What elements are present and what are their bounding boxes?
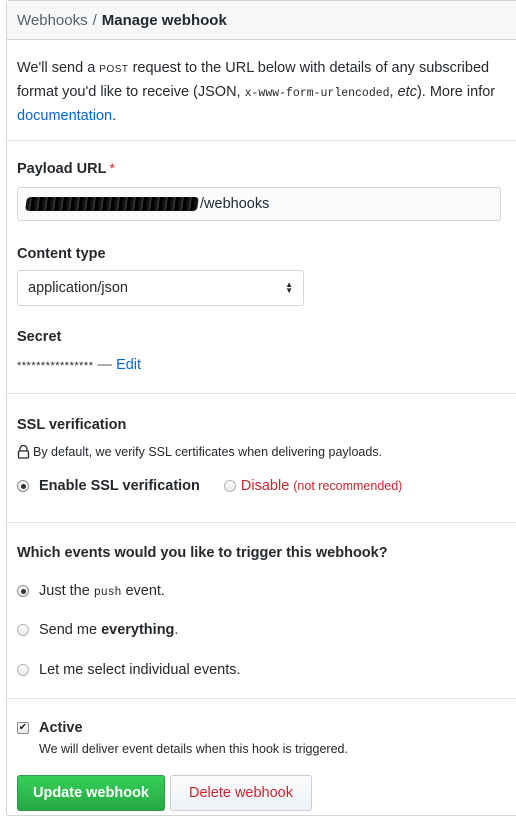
events-section: Which events would you like to trigger t…	[7, 523, 516, 699]
delete-webhook-button[interactable]: Delete webhook	[170, 775, 312, 811]
active-checkbox[interactable]: ✔	[17, 722, 29, 734]
intro-text-part: request to the URL below with details of…	[132, 60, 490, 76]
secret-label: Secret	[17, 329, 62, 345]
lock-icon	[17, 445, 30, 459]
intro-text-part: ). More infor	[416, 84, 496, 100]
events-push-radio[interactable]	[17, 585, 29, 597]
secret-dash: —	[97, 357, 113, 373]
events-question: Which events would you like to trigger t…	[17, 545, 388, 561]
breadcrumb: Webhooks / Manage webhook	[7, 1, 516, 40]
redacted-url-host	[25, 197, 199, 211]
payload-url-label: Payload URL	[17, 161, 107, 177]
ssl-section: SSL verification By default, we verify S…	[7, 394, 516, 523]
ssl-disable-label[interactable]: Disable	[241, 478, 289, 494]
events-push-label[interactable]: Just the push event.	[39, 583, 165, 599]
ssl-enable-radio[interactable]	[17, 480, 29, 492]
events-everything-label[interactable]: Send me everything.	[39, 622, 178, 638]
secret-masked-value: ****************	[17, 360, 94, 372]
intro-text-part: We'll send a	[17, 60, 96, 76]
active-section: ✔ Active We will deliver event details w…	[7, 699, 516, 822]
update-webhook-button[interactable]: Update webhook	[17, 775, 165, 811]
active-label[interactable]: Active	[39, 720, 83, 736]
ssl-disable-note: (not recommended)	[293, 479, 403, 493]
required-mark: *	[109, 160, 115, 176]
select-arrows-icon: ▲ ▼	[285, 280, 293, 295]
events-push-text: Just the	[39, 583, 90, 599]
ssl-disable-radio[interactable]	[223, 480, 236, 492]
content-type-select[interactable]: application/json ▲ ▼	[17, 270, 304, 306]
events-everything-radio[interactable]	[17, 624, 29, 636]
checkmark-icon: ✔	[18, 722, 28, 733]
events-everything-text: .	[174, 622, 179, 638]
manage-webhook-panel: Webhooks / Manage webhook We'll send a P…	[6, 0, 516, 816]
events-individual-radio[interactable]	[17, 664, 29, 676]
ssl-description: By default, we verify SSL certificates w…	[33, 445, 383, 459]
events-everything-bold: everything	[101, 622, 175, 638]
payload-url-value: /webhooks	[200, 196, 270, 212]
secret-row: **************** — Edit	[17, 357, 141, 373]
payload-url-input[interactable]: /webhooks	[17, 187, 501, 221]
format-code: x-www-form-urlencoded	[244, 87, 390, 100]
ssl-enable-label[interactable]: Enable SSL verification	[39, 478, 200, 494]
content-type-value: application/json	[28, 280, 128, 296]
intro-text-part: ,	[389, 84, 394, 100]
breadcrumb-separator: /	[92, 11, 97, 29]
active-description: We will deliver event details when this …	[39, 742, 348, 756]
post-method: POST	[99, 64, 129, 75]
events-everything-text: Send me	[39, 622, 98, 638]
events-individual-label[interactable]: Let me select individual events.	[39, 662, 241, 678]
documentation-link[interactable]: documentation	[17, 108, 112, 124]
page-title: Manage webhook	[101, 11, 227, 29]
ssl-label: SSL verification	[17, 417, 127, 433]
breadcrumb-webhooks-link[interactable]: Webhooks	[17, 12, 88, 29]
secret-edit-link[interactable]: Edit	[116, 357, 141, 373]
intro-text-part: format you'd like to receive (JSON,	[17, 84, 241, 100]
intro-text: We'll send a POST request to the URL bel…	[7, 40, 516, 141]
webhook-config-section: Payload URL * /webhooks Content type appl…	[7, 141, 516, 394]
push-code: push	[93, 586, 122, 599]
events-push-text: event.	[125, 583, 165, 599]
intro-etc: etc	[397, 84, 417, 100]
ssl-description-row: By default, we verify SSL certificates w…	[17, 445, 382, 459]
content-type-label: Content type	[17, 246, 106, 262]
intro-text-part: .	[112, 108, 117, 124]
